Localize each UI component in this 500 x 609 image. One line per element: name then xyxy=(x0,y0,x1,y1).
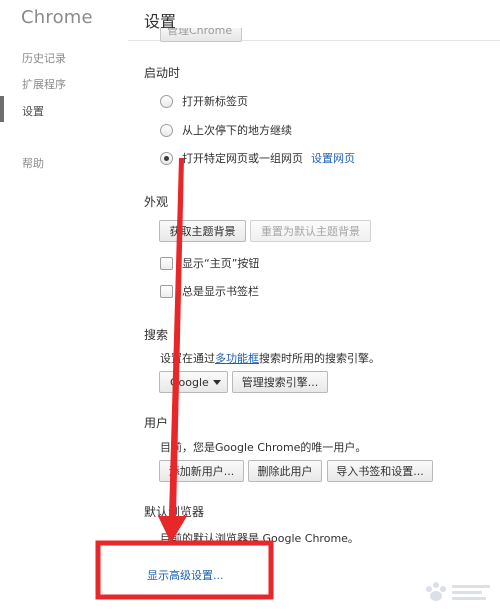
reset-theme-button[interactable]: 重置为默认主题背景 xyxy=(250,220,371,242)
set-pages-link[interactable]: 设置网页 xyxy=(311,150,355,166)
chrome-brand-title: Chrome xyxy=(21,7,93,28)
checkbox[interactable] xyxy=(160,256,173,270)
section-title-startup: 启动时 xyxy=(144,66,181,80)
get-theme-button[interactable]: 获取主题背景 xyxy=(159,220,246,242)
startup-option-label: 打开特定网页或一组网页 xyxy=(182,152,303,165)
import-bookmarks-button[interactable]: 导入书签和设置... xyxy=(327,460,433,482)
section-title-appearance: 外观 xyxy=(144,195,169,209)
sidebar-active-indicator xyxy=(0,96,4,122)
radio-button[interactable] xyxy=(160,123,173,137)
section-title-users: 用户 xyxy=(144,416,169,430)
search-engine-select[interactable]: Google xyxy=(159,371,228,393)
sidebar-item-history[interactable]: 历史记录 xyxy=(22,50,66,66)
show-home-button-row[interactable]: 显示“主页”按钮 xyxy=(160,255,259,271)
delete-user-button[interactable]: 删除此用户 xyxy=(248,460,322,482)
omnibox-link[interactable]: 多功能框 xyxy=(215,352,259,365)
show-bookmarks-bar-row[interactable]: 总是显示书签栏 xyxy=(160,283,259,299)
clipped-top-button-label: 管理Chrome xyxy=(167,28,233,37)
search-description: 设置在通过多功能框搜索时所用的搜索引擎。 xyxy=(160,350,380,366)
startup-option-new-tab[interactable]: 打开新标签页 xyxy=(160,93,248,109)
radio-button[interactable] xyxy=(160,94,173,108)
default-browser-description: 目前的默认浏览器是 Google Chrome。 xyxy=(160,532,359,545)
sidebar-item-help[interactable]: 帮助 xyxy=(22,155,44,171)
show-advanced-settings-link[interactable]: 显示高级设置... xyxy=(147,567,224,583)
settings-window: Chrome 历史记录 扩展程序 设置 帮助 设置 管理Chrome 启动时 打… xyxy=(0,0,500,609)
watermark-logo xyxy=(426,582,490,601)
radio-button-selected[interactable] xyxy=(160,151,173,165)
section-title-default-browser: 默认浏览器 xyxy=(144,505,205,519)
dropdown-arrow-icon xyxy=(213,380,221,385)
settings-header: 设置 管理Chrome xyxy=(128,0,500,42)
clipped-top-button[interactable]: 管理Chrome xyxy=(160,28,242,42)
sidebar-item-settings[interactable]: 设置 xyxy=(22,103,44,119)
sidebar: Chrome 历史记录 扩展程序 设置 帮助 xyxy=(0,0,128,609)
startup-option-specific-pages[interactable]: 打开特定网页或一组网页 设置网页 xyxy=(160,150,355,166)
users-description: 目前，您是Google Chrome的唯一用户。 xyxy=(160,441,367,454)
search-desc-prefix: 设置在通过 xyxy=(160,352,215,365)
checkbox[interactable] xyxy=(160,284,173,298)
startup-option-continue[interactable]: 从上次停下的地方继续 xyxy=(160,122,292,138)
startup-option-label: 从上次停下的地方继续 xyxy=(182,124,292,137)
add-user-button[interactable]: 添加新用户... xyxy=(159,460,244,482)
settings-main: 设置 管理Chrome 启动时 打开新标签页 从上次停下的地方继续 打开特定网页… xyxy=(128,0,500,609)
search-desc-suffix: 搜索时所用的搜索引擎。 xyxy=(259,352,380,365)
section-title-search: 搜索 xyxy=(144,328,169,342)
search-engine-selected: Google xyxy=(170,375,209,389)
manage-search-engines-button[interactable]: 管理搜索引擎... xyxy=(232,371,328,393)
sidebar-item-extensions[interactable]: 扩展程序 xyxy=(22,76,66,92)
startup-option-label: 打开新标签页 xyxy=(182,95,248,108)
checkbox-label: 显示“主页”按钮 xyxy=(182,257,260,270)
checkbox-label: 总是显示书签栏 xyxy=(182,285,259,298)
